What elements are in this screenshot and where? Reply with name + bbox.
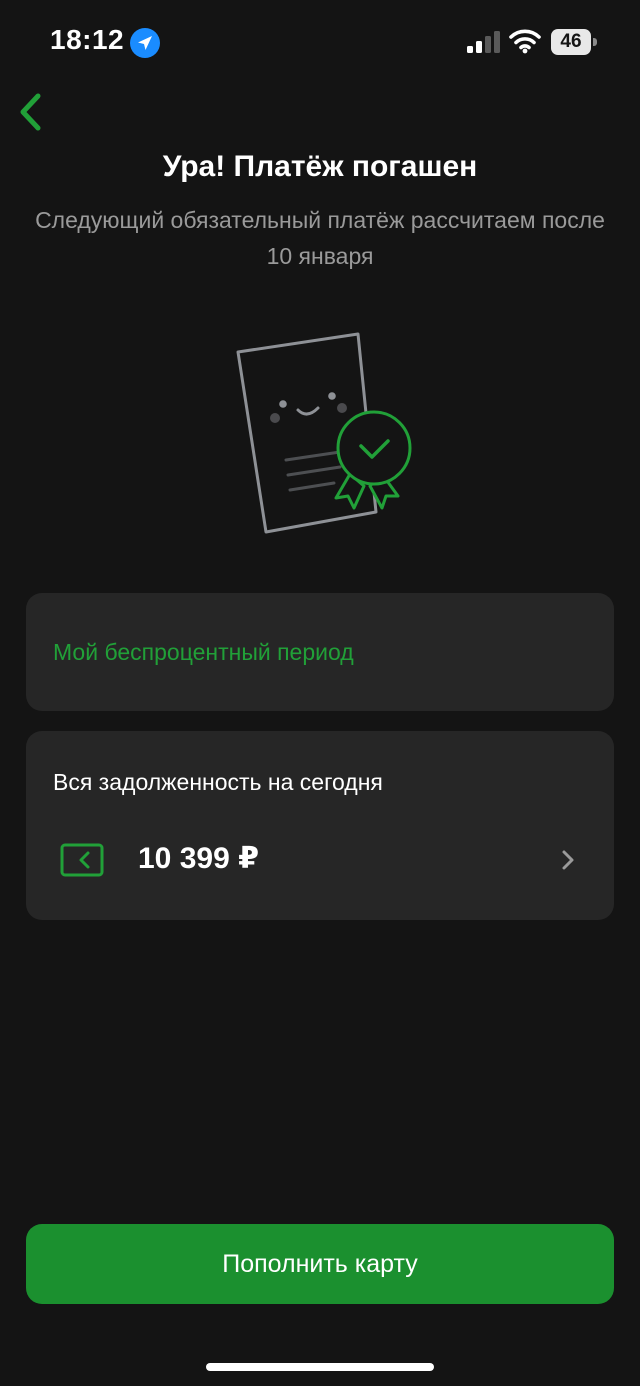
home-indicator[interactable] (206, 1363, 434, 1371)
page-subtitle: Следующий обязательный платёж рассчитаем… (35, 207, 605, 269)
back-button[interactable] (8, 86, 52, 138)
grace-period-label: Мой беспроцентный период (53, 639, 354, 665)
status-bar: 18:12 46 (0, 0, 640, 86)
debt-label: Вся задолженность на сегодня (53, 769, 383, 795)
location-arrow-icon (130, 28, 160, 58)
chevron-right-icon (562, 850, 574, 870)
card-icon (60, 843, 104, 877)
debt-card: Вся задолженность на сегодня 10 399 ₽ (26, 731, 614, 920)
chevron-left-icon (20, 93, 41, 131)
page-title: Ура! Платёж погашен (162, 150, 478, 183)
wifi-icon (509, 29, 541, 54)
battery-tip (593, 38, 597, 46)
debt-amount: 10 399 ₽ (138, 842, 259, 875)
signal-icon (467, 31, 500, 53)
battery-level: 46 (560, 31, 582, 52)
status-time: 18:12 (50, 24, 125, 55)
debt-amount-row[interactable]: 10 399 ₽ (26, 831, 614, 891)
battery-icon: 46 (551, 29, 597, 55)
grace-period-card[interactable]: Мой беспроцентный период (26, 593, 614, 711)
topup-card-button[interactable]: Пополнить карту (26, 1224, 614, 1304)
document-with-seal-icon (236, 332, 412, 534)
